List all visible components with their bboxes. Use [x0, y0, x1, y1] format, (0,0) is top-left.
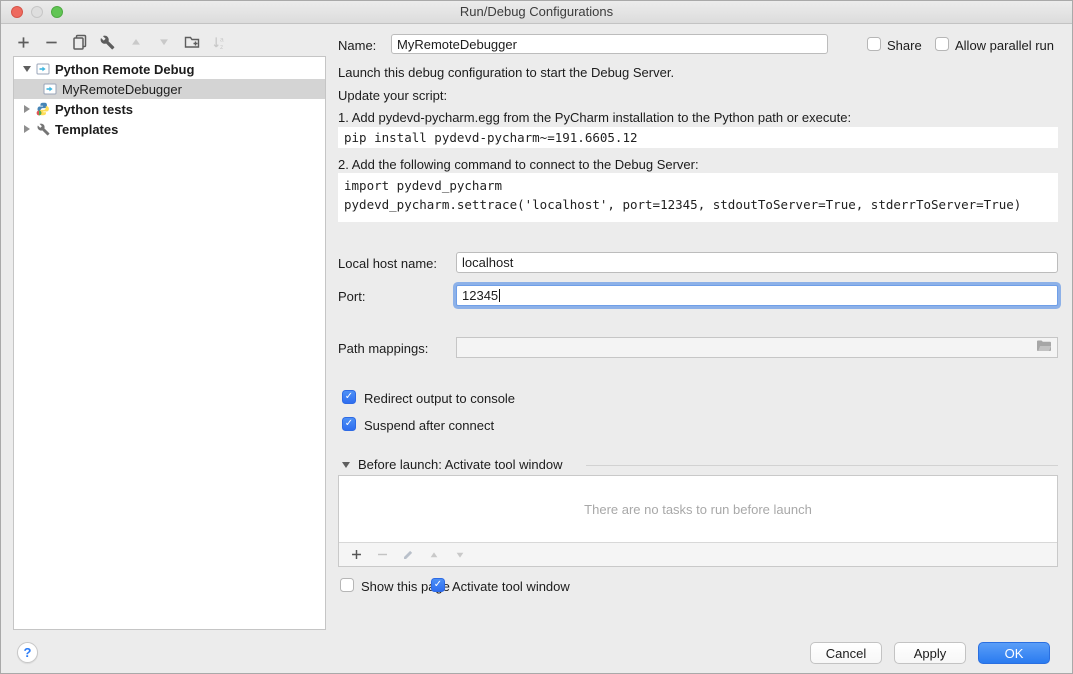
- expand-arrow-icon[interactable]: [22, 105, 32, 113]
- step2-text: 2. Add the following command to connect …: [338, 157, 699, 172]
- copy-configuration-icon[interactable]: [71, 34, 88, 51]
- edit-task-icon[interactable]: [401, 548, 415, 562]
- svg-text:a: a: [220, 36, 224, 43]
- tree-item-python-tests[interactable]: Python tests: [14, 99, 325, 119]
- suspend-after-connect-label: Suspend after connect: [364, 418, 494, 433]
- text-caret: [499, 289, 500, 302]
- redirect-output-label: Redirect output to console: [364, 391, 515, 406]
- tree-item-label: Templates: [55, 122, 118, 137]
- before-launch-separator: [586, 465, 1058, 466]
- before-launch-collapse-icon[interactable]: [342, 462, 350, 468]
- cancel-button[interactable]: Cancel: [810, 642, 882, 664]
- settrace-code: import pydevd_pycharm pydevd_pycharm.set…: [338, 173, 1058, 222]
- local-host-input[interactable]: [456, 252, 1058, 273]
- templates-wrench-icon: [36, 122, 50, 136]
- configurations-tree: Python Remote Debug MyRemoteDebugger Pyt…: [13, 56, 326, 630]
- pip-command-code: pip install pydevd-pycharm~=191.6605.12: [338, 127, 1058, 148]
- port-label: Port:: [338, 289, 365, 304]
- tree-item-templates[interactable]: Templates: [14, 119, 325, 139]
- path-mappings-label: Path mappings:: [338, 341, 428, 356]
- port-input[interactable]: 12345: [456, 285, 1058, 306]
- sort-configurations-icon[interactable]: az: [211, 34, 228, 51]
- share-checkbox[interactable]: [867, 37, 881, 51]
- tree-item-myremotedebugger[interactable]: MyRemoteDebugger: [14, 79, 325, 99]
- remove-configuration-icon[interactable]: [43, 34, 60, 51]
- before-launch-header[interactable]: Before launch: Activate tool window: [358, 457, 563, 472]
- update-script-text: Update your script:: [338, 88, 447, 103]
- edit-templates-icon[interactable]: [99, 34, 116, 51]
- apply-button[interactable]: Apply: [894, 642, 966, 664]
- code-line-1: import pydevd_pycharm: [344, 178, 502, 193]
- tree-item-label: Python tests: [55, 102, 133, 117]
- apply-label: Apply: [914, 646, 947, 661]
- tree-item-label: MyRemoteDebugger: [62, 82, 182, 97]
- activate-tool-window-label: Activate tool window: [452, 579, 570, 594]
- local-host-label: Local host name:: [338, 256, 437, 271]
- new-folder-icon[interactable]: [183, 34, 200, 51]
- allow-parallel-run-label: Allow parallel run: [955, 38, 1054, 53]
- move-down-icon[interactable]: [155, 34, 172, 51]
- python-tests-icon: [36, 102, 50, 116]
- svg-text:z: z: [220, 44, 223, 50]
- add-configuration-icon[interactable]: [15, 34, 32, 51]
- help-button[interactable]: ?: [17, 642, 38, 663]
- step1-text: 1. Add pydevd-pycharm.egg from the PyCha…: [338, 110, 851, 125]
- before-launch-tasks-panel: There are no tasks to run before launch: [338, 475, 1058, 567]
- remote-debug-icon: [36, 62, 50, 76]
- suspend-after-connect-checkbox[interactable]: ✓: [342, 417, 356, 431]
- cancel-label: Cancel: [826, 646, 866, 661]
- name-input[interactable]: [391, 34, 828, 54]
- move-task-up-icon[interactable]: [427, 548, 441, 562]
- show-this-page-checkbox[interactable]: [340, 578, 354, 592]
- name-label: Name:: [338, 38, 376, 53]
- ok-button[interactable]: OK: [978, 642, 1050, 664]
- browse-folder-icon[interactable]: [1036, 339, 1052, 356]
- add-task-icon[interactable]: [349, 548, 363, 562]
- port-value: 12345: [462, 288, 498, 303]
- remote-debug-icon: [43, 82, 57, 96]
- expand-arrow-icon[interactable]: [22, 125, 32, 133]
- run-debug-configurations-dialog: Run/Debug Configurations az: [0, 0, 1073, 674]
- redirect-output-checkbox[interactable]: ✓: [342, 390, 356, 404]
- tree-item-python-remote-debug[interactable]: Python Remote Debug: [14, 59, 325, 79]
- window-title: Run/Debug Configurations: [1, 4, 1072, 19]
- configurations-toolbar: az: [15, 32, 228, 52]
- no-tasks-placeholder: There are no tasks to run before launch: [339, 476, 1057, 542]
- tree-item-label: Python Remote Debug: [55, 62, 194, 77]
- titlebar[interactable]: Run/Debug Configurations: [1, 1, 1072, 24]
- move-task-down-icon[interactable]: [453, 548, 467, 562]
- collapse-arrow-icon[interactable]: [22, 66, 32, 72]
- tasks-toolbar: [339, 542, 1057, 566]
- description-text: Launch this debug configuration to start…: [338, 65, 674, 80]
- code-line-2: pydevd_pycharm.settrace('localhost', por…: [344, 197, 1021, 212]
- help-label: ?: [24, 645, 32, 660]
- move-up-icon[interactable]: [127, 34, 144, 51]
- share-label: Share: [887, 38, 922, 53]
- path-mappings-input[interactable]: [456, 337, 1058, 358]
- activate-tool-window-checkbox[interactable]: ✓: [431, 578, 445, 592]
- allow-parallel-run-checkbox[interactable]: [935, 37, 949, 51]
- remove-task-icon[interactable]: [375, 548, 389, 562]
- ok-label: OK: [1005, 646, 1024, 661]
